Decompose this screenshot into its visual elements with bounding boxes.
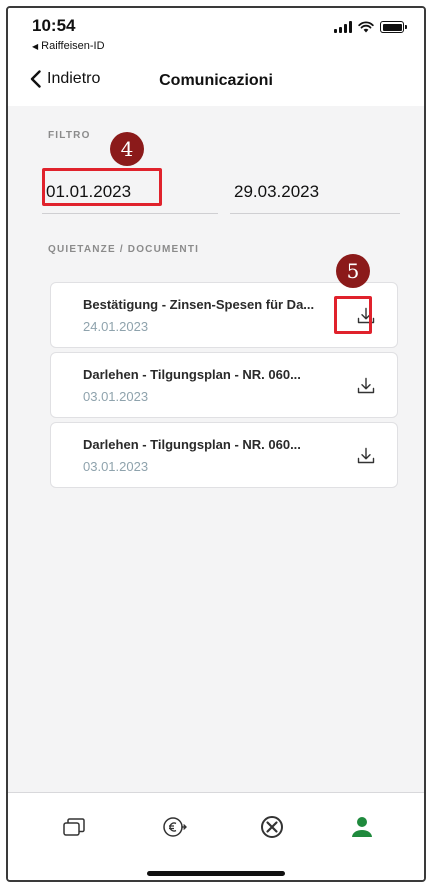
download-icon	[357, 447, 375, 464]
back-to-app-link[interactable]: ◀ Raiffeisen-ID	[32, 40, 105, 52]
documents-section-label: QUIETANZE / DOCUMENTI	[48, 244, 200, 255]
home-indicator[interactable]	[147, 871, 285, 876]
status-icons	[334, 21, 407, 33]
tab-profile[interactable]	[342, 807, 382, 847]
date-from-highlight	[42, 168, 162, 206]
download-highlight	[334, 296, 372, 334]
status-time: 10:54	[32, 16, 76, 35]
tab-bar	[8, 792, 424, 880]
cards-icon	[63, 818, 85, 836]
phone-screen: 10:54 ◀ Raiffeisen-ID Indietro Comunicaz…	[6, 6, 426, 882]
date-to-field[interactable]: 29.03.2023	[230, 170, 400, 214]
document-title: Darlehen - Tilgungsplan - NR. 060...	[83, 437, 301, 452]
status-bar: 10:54 ◀ Raiffeisen-ID	[8, 8, 424, 60]
back-app-label: Raiffeisen-ID	[41, 40, 105, 52]
content-area: FILTRO 01.01.2023 29.03.2023 QUIETANZE /…	[8, 106, 424, 792]
back-arrow-icon: ◀	[32, 41, 39, 51]
document-item[interactable]: Darlehen - Tilgungsplan - NR. 060... 03.…	[50, 352, 398, 418]
document-date: 03.01.2023	[83, 459, 149, 474]
euro-transfer-icon	[163, 817, 187, 837]
download-icon	[357, 377, 375, 394]
step-marker-4: 4	[110, 132, 144, 166]
battery-icon	[380, 21, 407, 33]
navigation-bar: Indietro Comunicazioni	[8, 60, 424, 106]
document-title: Bestätigung - Zinsen-Spesen für Da...	[83, 297, 315, 312]
profile-icon	[352, 817, 372, 837]
document-title: Darlehen - Tilgungsplan - NR. 060...	[83, 367, 301, 382]
page-title: Comunicazioni	[159, 72, 273, 89]
document-date: 24.01.2023	[83, 319, 149, 334]
wifi-icon	[358, 21, 374, 33]
tab-cards[interactable]	[54, 807, 94, 847]
download-button[interactable]	[349, 369, 383, 403]
document-date: 03.01.2023	[83, 389, 149, 404]
step-marker-5: 5	[336, 254, 370, 288]
tab-transfers[interactable]	[154, 807, 194, 847]
document-item[interactable]: Darlehen - Tilgungsplan - NR. 060... 03.…	[50, 422, 398, 488]
tab-close[interactable]	[252, 807, 292, 847]
download-button[interactable]	[349, 439, 383, 473]
filter-section-label: FILTRO	[48, 130, 91, 141]
signal-icon	[334, 21, 352, 33]
close-circle-icon	[261, 816, 283, 838]
